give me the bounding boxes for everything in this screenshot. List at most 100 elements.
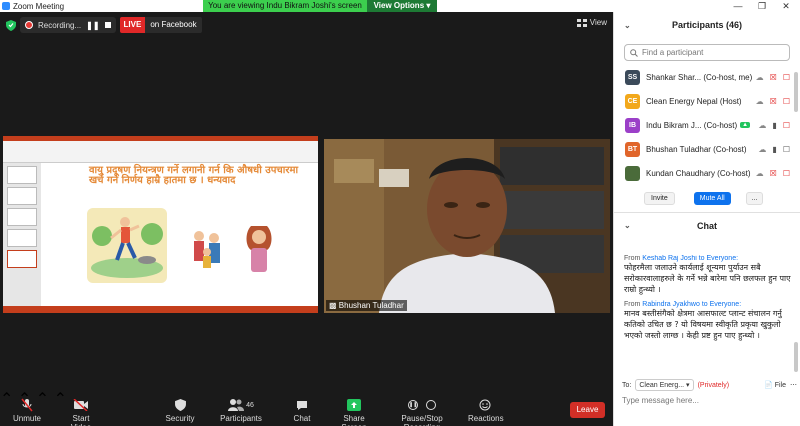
chat-button[interactable]: Chat <box>292 398 312 423</box>
more-button[interactable]: ... <box>745 191 764 205</box>
mic-muted-icon: ☒ <box>769 168 777 178</box>
recording-label: Recording... <box>38 20 82 30</box>
message-recipient: to Everyone: <box>698 255 739 262</box>
participant-row[interactable]: BT Bhushan Tuladhar (Co-host) ☁ ▮ ☐ <box>614 137 800 161</box>
maximize-icon[interactable]: ❐ <box>752 0 772 12</box>
participant-name: Clean Energy Nepal (Host) <box>646 96 742 106</box>
slide-text: वायु प्रदूषण नियन्त्रण गर्ने लगानी गर्न … <box>89 165 299 186</box>
pause-circle-icon: ❚❚ <box>408 400 418 410</box>
participant-name: Shankar Shar... (Co-host, me) <box>646 72 753 82</box>
avatar: SS <box>625 69 640 85</box>
view-options-label: View Options <box>373 1 425 10</box>
record-label: Pause/Stop Recording <box>401 414 443 426</box>
view-label: View <box>589 18 607 27</box>
shared-screen[interactable]: वायु प्रदूषण नियन्त्रण गर्ने लगानी गर्न … <box>3 136 318 313</box>
message-sender[interactable]: Rabindra Jyakhwo <box>642 301 700 308</box>
participant-search-input[interactable]: Find a participant <box>624 44 790 61</box>
participant-row[interactable]: SS Shankar Shar... (Co-host, me) ☁ ☒ ☐ <box>614 65 800 89</box>
participants-button[interactable]: 46 Participants <box>220 398 262 423</box>
slide-thumbnail <box>7 229 37 247</box>
file-label: File <box>774 382 786 389</box>
chat-message-input[interactable]: Type message here... <box>622 396 699 405</box>
cloud-icon: ☁ <box>755 96 764 106</box>
avatar: BT <box>625 141 640 157</box>
screen-sharing-icon: ▲ <box>740 122 751 128</box>
minimize-icon[interactable]: — <box>728 0 748 12</box>
reactions-button[interactable]: Reactions <box>468 398 504 423</box>
pause-icon[interactable]: ❚❚ <box>86 21 99 30</box>
meeting-toolbar: Unmute ⌃ Start Video ⌃ Security 46 Parti… <box>0 389 613 426</box>
mic-muted-icon: ☒ <box>769 72 777 82</box>
mic-muted-icon: ☒ <box>769 96 777 106</box>
participants-header: ⌄ Participants (46) <box>614 12 800 38</box>
meeting-topbar: Recording... ❚❚ LIVE on Facebook <box>0 17 202 33</box>
chat-recipient-row: To: Clean Energ... ▾ (Privately) 📄 File … <box>622 377 797 393</box>
mute-all-button[interactable]: Mute All <box>693 191 731 205</box>
reactions-label: Reactions <box>468 414 504 423</box>
chat-messages: From Keshab Raj Joshi to Everyone: फोहरम… <box>624 255 794 387</box>
running-person-illustration <box>87 208 167 283</box>
slide-thumbnail <box>7 187 37 205</box>
participant-name: Kundan Chaudhary (Co-host) <box>646 168 751 178</box>
share-screen-button[interactable]: Share Screen <box>332 398 376 426</box>
live-target: on Facebook <box>145 17 202 33</box>
message-sender[interactable]: Keshab Raj Joshi <box>642 255 696 262</box>
grid-view-icon <box>576 18 587 27</box>
participant-name: Indu Bikram J... (Co-host) <box>646 120 738 130</box>
participants-label: Participants <box>220 414 262 423</box>
view-button[interactable]: View <box>576 18 607 27</box>
zoom-logo-icon <box>2 2 10 10</box>
collapse-participants-icon[interactable]: ⌄ <box>624 21 631 30</box>
message-text: मानव बस्तीसंगैको क्षेत्रमा आसफाल्ट प्लान… <box>624 309 782 340</box>
ppt-ribbon <box>3 141 318 163</box>
mic-icon: ▮ <box>772 120 777 130</box>
leave-button[interactable]: Leave <box>570 402 605 418</box>
private-label: (Privately) <box>697 381 730 389</box>
avatar-photo <box>625 165 640 181</box>
chat-header: ⌄ Chat <box>614 213 800 238</box>
participants-count: 46 <box>246 401 254 409</box>
from-prefix: From <box>624 255 641 262</box>
participant-name: Bhushan Tuladhar (Co-host) <box>646 144 747 154</box>
cloud-icon: ☁ <box>755 72 764 82</box>
to-label: To: <box>622 381 632 389</box>
participant-row[interactable]: CE Clean Energy Nepal (Host) ☁ ☒ ☐ <box>614 89 800 113</box>
unmute-button[interactable]: Unmute <box>12 398 42 423</box>
participants-scrollbar[interactable] <box>794 72 798 112</box>
video-off-icon: ☐ <box>782 120 790 130</box>
close-icon[interactable]: ✕ <box>776 0 796 12</box>
security-label: Security <box>165 414 195 423</box>
stop-circle-icon <box>426 400 436 410</box>
avatar: CE <box>625 93 640 109</box>
shield-icon[interactable] <box>6 19 16 31</box>
from-prefix: From <box>624 301 641 308</box>
chat-icon <box>297 400 307 410</box>
meeting-area: You are viewing Indu Bikram Joshi's scre… <box>0 0 613 426</box>
start-video-label: Start Video <box>71 414 91 426</box>
screen-share-banner: You are viewing Indu Bikram Joshi's scre… <box>203 0 437 12</box>
chat-scrollbar[interactable] <box>794 342 798 372</box>
family-illustration <box>194 231 220 268</box>
video-tile[interactable]: ▩ Bhushan Tuladhar <box>324 139 610 313</box>
live-stream-indicator[interactable]: LIVE on Facebook <box>119 17 202 33</box>
recipient-select[interactable]: Clean Energ... ▾ <box>635 379 694 391</box>
invite-button[interactable]: Invite <box>644 191 675 205</box>
collapse-chat-icon[interactable]: ⌄ <box>624 221 631 230</box>
video-icon: ☐ <box>782 144 790 154</box>
chat-message: From Keshab Raj Joshi to Everyone: फोहरम… <box>624 255 794 295</box>
search-placeholder: Find a participant <box>642 48 704 57</box>
participant-row[interactable]: Kundan Chaudhary (Co-host) ☁ ☒ ☐ <box>614 161 800 185</box>
chat-message: From Rabindra Jyakhwo to Everyone: मानव … <box>624 301 794 341</box>
window-title: Zoom Meeting <box>13 1 65 11</box>
stop-icon[interactable] <box>104 22 111 28</box>
pause-stop-recording-button[interactable]: ❚❚ Pause/Stop Recording <box>386 398 458 426</box>
message-header: From Keshab Raj Joshi to Everyone: <box>624 255 794 262</box>
banner-text: You are viewing Indu Bikram Joshi's scre… <box>203 0 367 12</box>
security-button[interactable]: Security <box>164 398 196 423</box>
start-video-button[interactable]: Start Video <box>62 398 100 426</box>
participant-row[interactable]: IB Indu Bikram J... (Co-host) ▲ ☁ ▮ ☐ <box>614 113 800 137</box>
view-options-button[interactable]: View Options ▾ <box>367 0 437 12</box>
file-button[interactable]: 📄 File <box>764 381 786 389</box>
chat-more-icon[interactable]: ⋯ <box>790 381 797 389</box>
recording-indicator: Recording... ❚❚ <box>20 17 116 33</box>
